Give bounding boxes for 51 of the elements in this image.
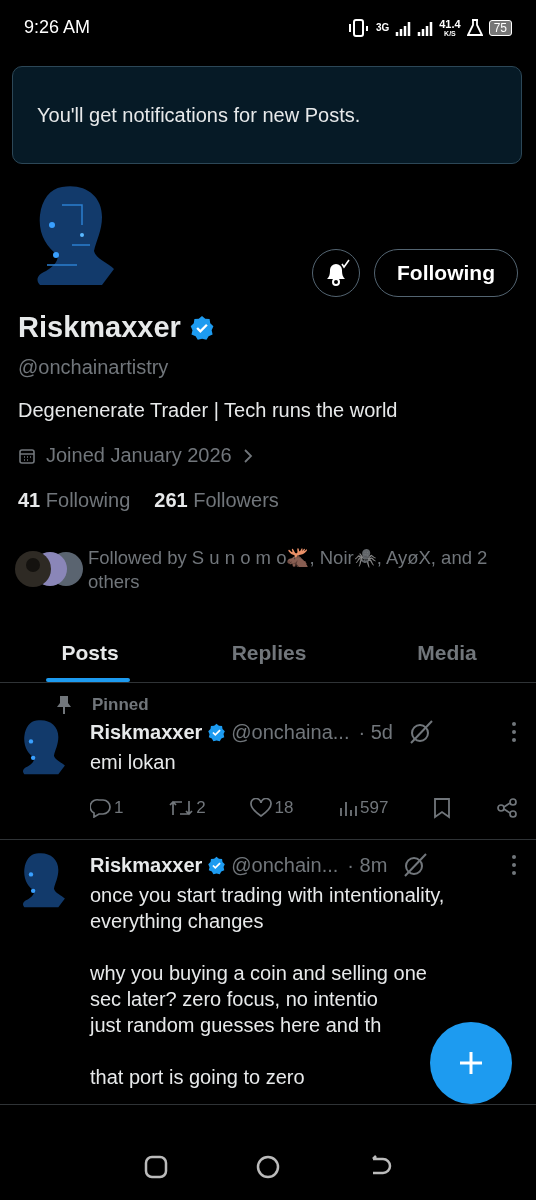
post-text: once you start trading with intentionality, everything changes	[90, 883, 445, 934]
network-type: 3G	[375, 22, 390, 33]
follower-avatars-drawing	[14, 550, 84, 588]
post-author: Riskmaxxer	[90, 720, 203, 744]
battery-level: 75	[488, 19, 512, 36]
flask-icon	[466, 18, 483, 37]
network-speed: 41.4	[439, 18, 461, 30]
notifications-button[interactable]	[312, 249, 360, 297]
more-icon[interactable]	[510, 721, 518, 743]
home-icon[interactable]	[255, 1154, 281, 1180]
avatar-icon	[20, 719, 66, 777]
chevron-icon	[241, 447, 254, 464]
post-handle: @onchaina...	[231, 720, 350, 744]
post-handle: @onchain...	[231, 853, 339, 877]
profile-bio: Degenenerate Trader | Tech runs the world	[18, 399, 399, 422]
profile-name: Riskmaxxer	[18, 311, 181, 344]
following-button[interactable]: Following	[374, 249, 518, 297]
signal-icon	[417, 19, 434, 36]
calendar-icon	[18, 446, 36, 465]
avatar-icon	[20, 852, 66, 910]
recents-icon[interactable]	[143, 1154, 169, 1180]
followed-by-text: Followed by S u n o m o🫎, Noir🕷, AyøX, and 2 others	[88, 546, 489, 594]
bookmark-icon[interactable]	[433, 797, 452, 819]
follow-count-link[interactable]: 41 Following	[18, 489, 131, 512]
like-count: 18	[274, 798, 294, 818]
more-icon[interactable]	[510, 854, 518, 876]
post-time: · 8m	[347, 853, 388, 877]
post-time: · 5d	[358, 720, 393, 744]
share-icon[interactable]	[496, 797, 518, 819]
profile-tab[interactable]: Replies	[180, 624, 358, 682]
plus-icon	[457, 1049, 485, 1077]
profile-handle: @onchainartistry	[18, 356, 170, 379]
repost-icon[interactable]	[168, 798, 195, 818]
view-count: 597	[360, 798, 389, 818]
signal-icon	[395, 19, 412, 36]
reply-icon[interactable]	[90, 798, 112, 818]
post-text: emi lokan	[90, 750, 176, 775]
toast-message: You'll get notifications for new Posts.	[37, 103, 361, 127]
reply-count: 1	[114, 798, 124, 818]
status-time: 9:26 AM	[24, 17, 91, 38]
post-author: Riskmaxxer	[90, 853, 203, 877]
repost-count: 2	[196, 798, 206, 818]
profile-tab[interactable]: Posts	[0, 624, 180, 682]
post-text: that port is going to zero	[90, 1065, 305, 1090]
post-text: why you buying a coin and selling one sec later? zero focus, no intentio just random guesses here and th	[90, 961, 427, 1038]
joined-date: Joined January 2026	[46, 444, 232, 467]
vibrate-icon	[347, 18, 370, 37]
follow-count-link[interactable]: 261 Followers	[154, 489, 279, 512]
profile-tab[interactable]: Media	[358, 624, 536, 682]
pinned-label: Pinned	[92, 695, 149, 715]
heart-icon[interactable]	[250, 798, 273, 818]
